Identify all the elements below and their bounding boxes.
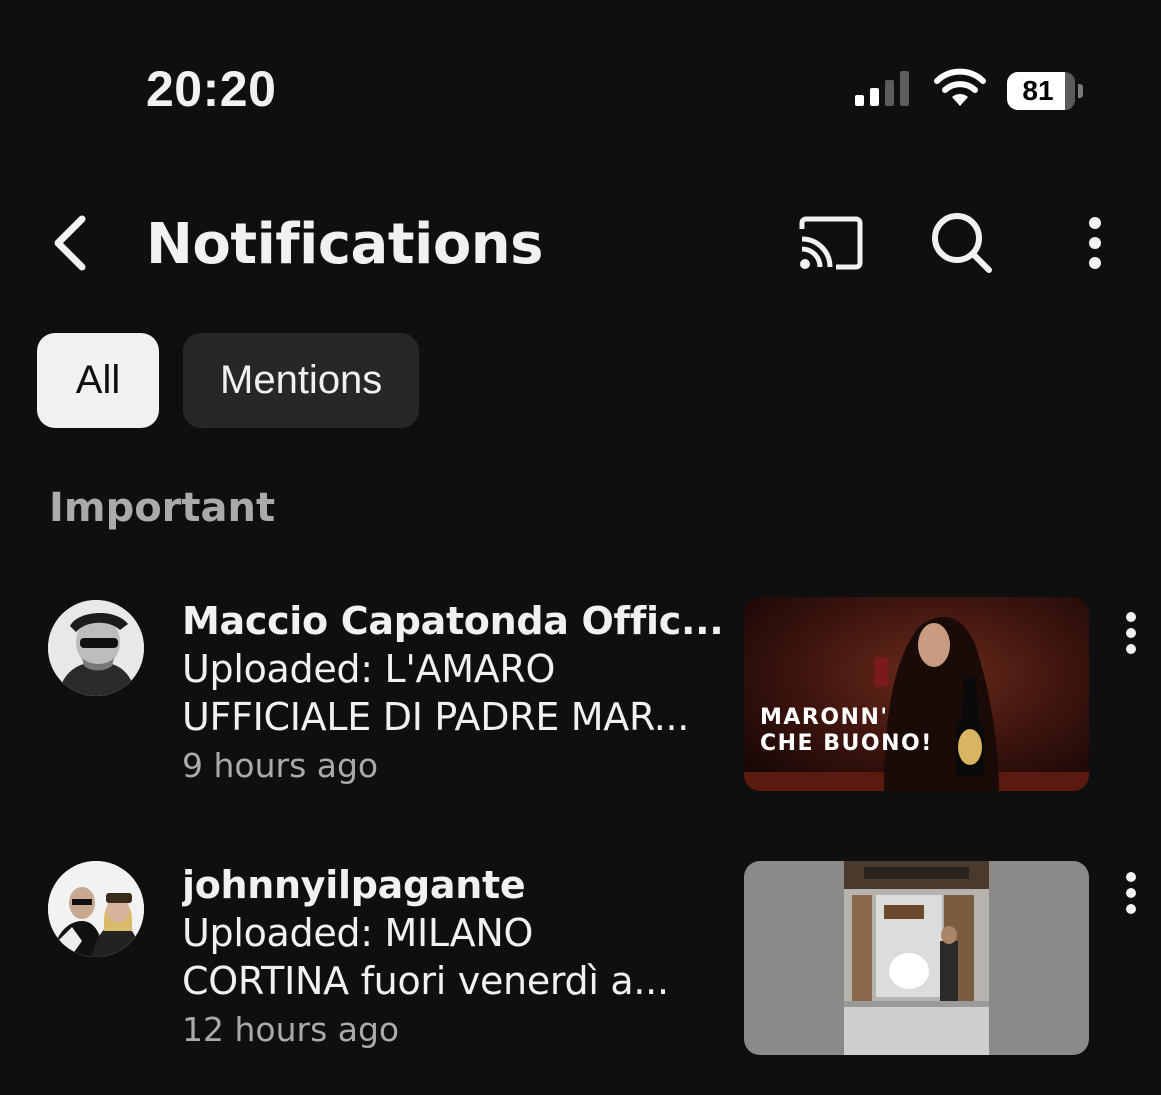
- notification-time: 9 hours ago: [182, 746, 379, 785]
- notification-title-line2: CORTINA fuori venerdì a...: [182, 959, 669, 1003]
- thumbnail-caption: MARONN' CHE BUONO!: [760, 705, 933, 756]
- notification-item[interactable]: johnnyilpagante Uploaded: MILANO CORTINA…: [0, 861, 1161, 1071]
- filter-chips: All Mentions: [37, 333, 420, 428]
- avatar[interactable]: [48, 600, 144, 696]
- notification-time: 12 hours ago: [182, 1010, 400, 1049]
- notification-item[interactable]: Maccio Capatonda Offic... Uploaded: L'AM…: [0, 597, 1161, 807]
- status-indicators: 81: [853, 68, 1083, 113]
- battery-percent: 81: [1022, 74, 1054, 106]
- video-thumbnail[interactable]: MARONN' CHE BUONO!: [744, 597, 1089, 791]
- back-button[interactable]: [40, 210, 100, 280]
- notification-channel: johnnyilpagante: [182, 863, 526, 907]
- video-thumbnail[interactable]: [744, 861, 1089, 1055]
- chip-all[interactable]: All: [37, 333, 159, 428]
- wifi-icon: [933, 68, 987, 113]
- search-icon: [929, 210, 995, 281]
- cast-button[interactable]: [793, 210, 869, 280]
- notification-more-button[interactable]: [1108, 865, 1154, 925]
- top-app-bar: Notifications: [0, 200, 1161, 290]
- notification-title-line2: UFFICIALE DI PADRE MAR...: [182, 695, 690, 739]
- chip-mentions[interactable]: Mentions: [183, 333, 420, 428]
- notification-more-button[interactable]: [1108, 605, 1154, 665]
- more-vertical-icon: [1125, 611, 1137, 660]
- status-time: 20:20: [146, 61, 277, 117]
- section-label-important: Important: [49, 485, 276, 531]
- avatar[interactable]: [48, 861, 144, 957]
- notification-title-line1: Uploaded: MILANO: [182, 911, 534, 955]
- cast-icon: [796, 215, 866, 276]
- chevron-left-icon: [48, 213, 92, 278]
- notification-text: Maccio Capatonda Offic... Uploaded: L'AM…: [182, 597, 727, 791]
- more-vertical-icon: [1087, 215, 1103, 276]
- notification-text: johnnyilpagante Uploaded: MILANO CORTINA…: [182, 861, 727, 1055]
- more-options-button[interactable]: [1057, 210, 1133, 280]
- notification-channel: Maccio Capatonda Offic...: [182, 599, 724, 643]
- page-title: Notifications: [146, 212, 543, 277]
- notification-title-line1: Uploaded: L'AMARO: [182, 647, 556, 691]
- cellular-signal-icon: [853, 69, 913, 112]
- search-button[interactable]: [924, 210, 1000, 280]
- more-vertical-icon: [1125, 871, 1137, 920]
- battery-indicator: 81: [1007, 71, 1083, 110]
